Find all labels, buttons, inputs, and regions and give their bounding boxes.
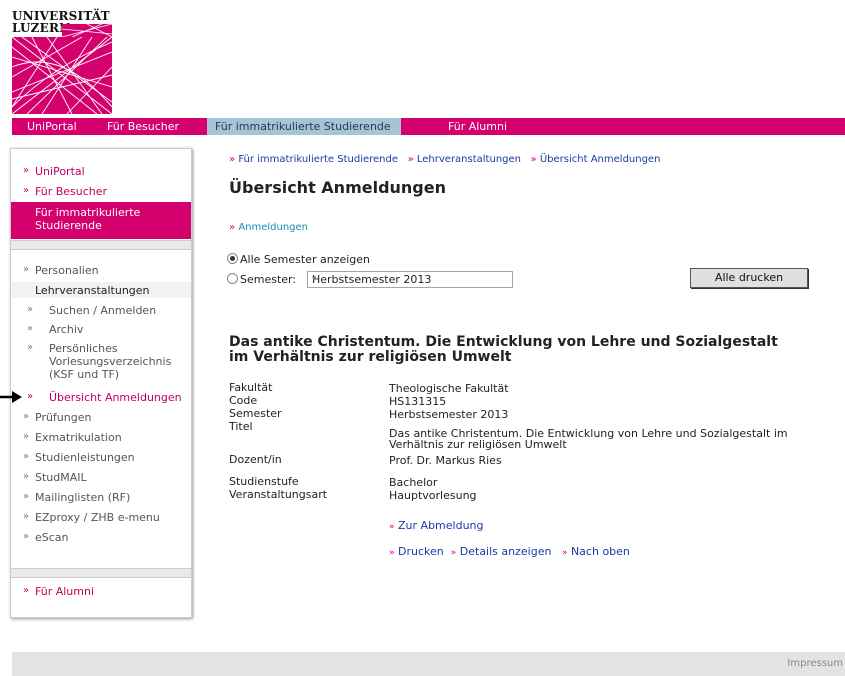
detail-label: Veranstaltungsart bbox=[229, 488, 328, 501]
topnav-uniportal[interactable]: UniPortal bbox=[27, 118, 77, 135]
top-navigation: UniPortal Für Besucher Für immatrikulier… bbox=[12, 118, 845, 135]
radio-semester-label: Semester: bbox=[240, 273, 297, 286]
bullet-icon: » bbox=[27, 391, 34, 402]
logo-graphic bbox=[12, 37, 112, 114]
breadcrumb: » Für immatrikulierte Studierende » Lehr… bbox=[229, 154, 661, 165]
sidebar: » UniPortal » Für Besucher Für immatrikuli… bbox=[10, 148, 192, 618]
logo-graphic-small bbox=[62, 24, 112, 37]
radio-all-semesters[interactable] bbox=[227, 253, 238, 264]
bullet-icon: » bbox=[27, 304, 34, 315]
semester-select[interactable]: Herbstsemester 2013 ▾ bbox=[307, 271, 513, 288]
detail-label: Titel bbox=[229, 420, 253, 433]
bullet-icon: » bbox=[23, 431, 30, 442]
radio-all-label: Alle Semester anzeigen bbox=[240, 253, 370, 266]
chevron-down-icon: ▾ bbox=[312, 274, 317, 284]
impressum-link[interactable]: Impressum bbox=[787, 658, 843, 669]
detail-value-titel: Das antike Christentum. Die Entwicklung … bbox=[389, 427, 788, 451]
bullet-icon: » bbox=[23, 511, 30, 522]
bullet-icon: » bbox=[23, 471, 30, 482]
bullet-icon: » bbox=[23, 185, 30, 196]
university-logo[interactable]: UNIVERSITÄT LUZERN bbox=[12, 10, 112, 114]
print-link[interactable]: Drucken bbox=[398, 545, 444, 558]
bullet-icon: » bbox=[23, 264, 30, 275]
breadcrumb-uebersicht[interactable]: Übersicht Anmeldungen bbox=[540, 154, 661, 165]
topnav-besucher[interactable]: Für Besucher bbox=[107, 118, 179, 135]
bullet-icon: » bbox=[23, 411, 30, 422]
bullet-icon: » bbox=[27, 323, 34, 334]
footer: Impressum bbox=[12, 652, 845, 676]
detail-value-code: HS131315 bbox=[389, 395, 447, 408]
sidebar-item-lehrveranstaltungen[interactable]: Lehrveranstaltungen bbox=[11, 282, 191, 298]
print-all-button[interactable]: Alle drucken bbox=[690, 268, 808, 288]
detail-label: Dozent/in bbox=[229, 453, 282, 466]
bullet-icon: » bbox=[27, 342, 34, 353]
sidebar-item-studierende[interactable]: Für immatrikulierte Studierende bbox=[11, 202, 191, 239]
detail-value-fakultaet: Theologische Fakultät bbox=[389, 382, 509, 395]
sidebar-divider bbox=[11, 568, 191, 578]
bullet-icon: » bbox=[23, 531, 30, 542]
detail-value-studienstufe: Bachelor bbox=[389, 476, 438, 489]
page-title: Übersicht Anmeldungen bbox=[229, 178, 446, 197]
detail-value-dozent: Prof. Dr. Markus Ries bbox=[389, 454, 502, 467]
details-link[interactable]: Details anzeigen bbox=[460, 545, 552, 558]
anmeldungen-link[interactable]: Anmeldungen bbox=[238, 222, 308, 233]
radio-semester[interactable] bbox=[227, 273, 238, 284]
detail-label: Code bbox=[229, 394, 258, 407]
unsubscribe-link[interactable]: Zur Abmeldung bbox=[398, 519, 483, 532]
pointer-arrow-icon bbox=[0, 391, 22, 403]
topnav-alumni[interactable]: Für Alumni bbox=[448, 118, 507, 135]
back-to-top-link[interactable]: Nach oben bbox=[571, 545, 630, 558]
breadcrumb-lehrveranstaltungen[interactable]: Lehrveranstaltungen bbox=[417, 154, 521, 165]
detail-value-semester: Herbstsemester 2013 bbox=[389, 408, 509, 421]
bullet-icon: » bbox=[23, 165, 30, 176]
detail-label: Studienstufe bbox=[229, 475, 299, 488]
bullet-icon: » bbox=[23, 451, 30, 462]
bullet-icon: » bbox=[23, 585, 30, 596]
course-title: Das antike Christentum. Die Entwicklung … bbox=[229, 334, 778, 365]
breadcrumb-studierende[interactable]: Für immatrikulierte Studierende bbox=[238, 154, 398, 165]
detail-value-veranstaltungsart: Hauptvorlesung bbox=[389, 489, 477, 502]
topnav-studierende[interactable]: Für immatrikulierte Studierende bbox=[207, 118, 401, 135]
sidebar-divider bbox=[11, 240, 191, 250]
detail-label: Semester bbox=[229, 407, 282, 420]
detail-label: Fakultät bbox=[229, 381, 273, 394]
bullet-icon: » bbox=[23, 491, 30, 502]
